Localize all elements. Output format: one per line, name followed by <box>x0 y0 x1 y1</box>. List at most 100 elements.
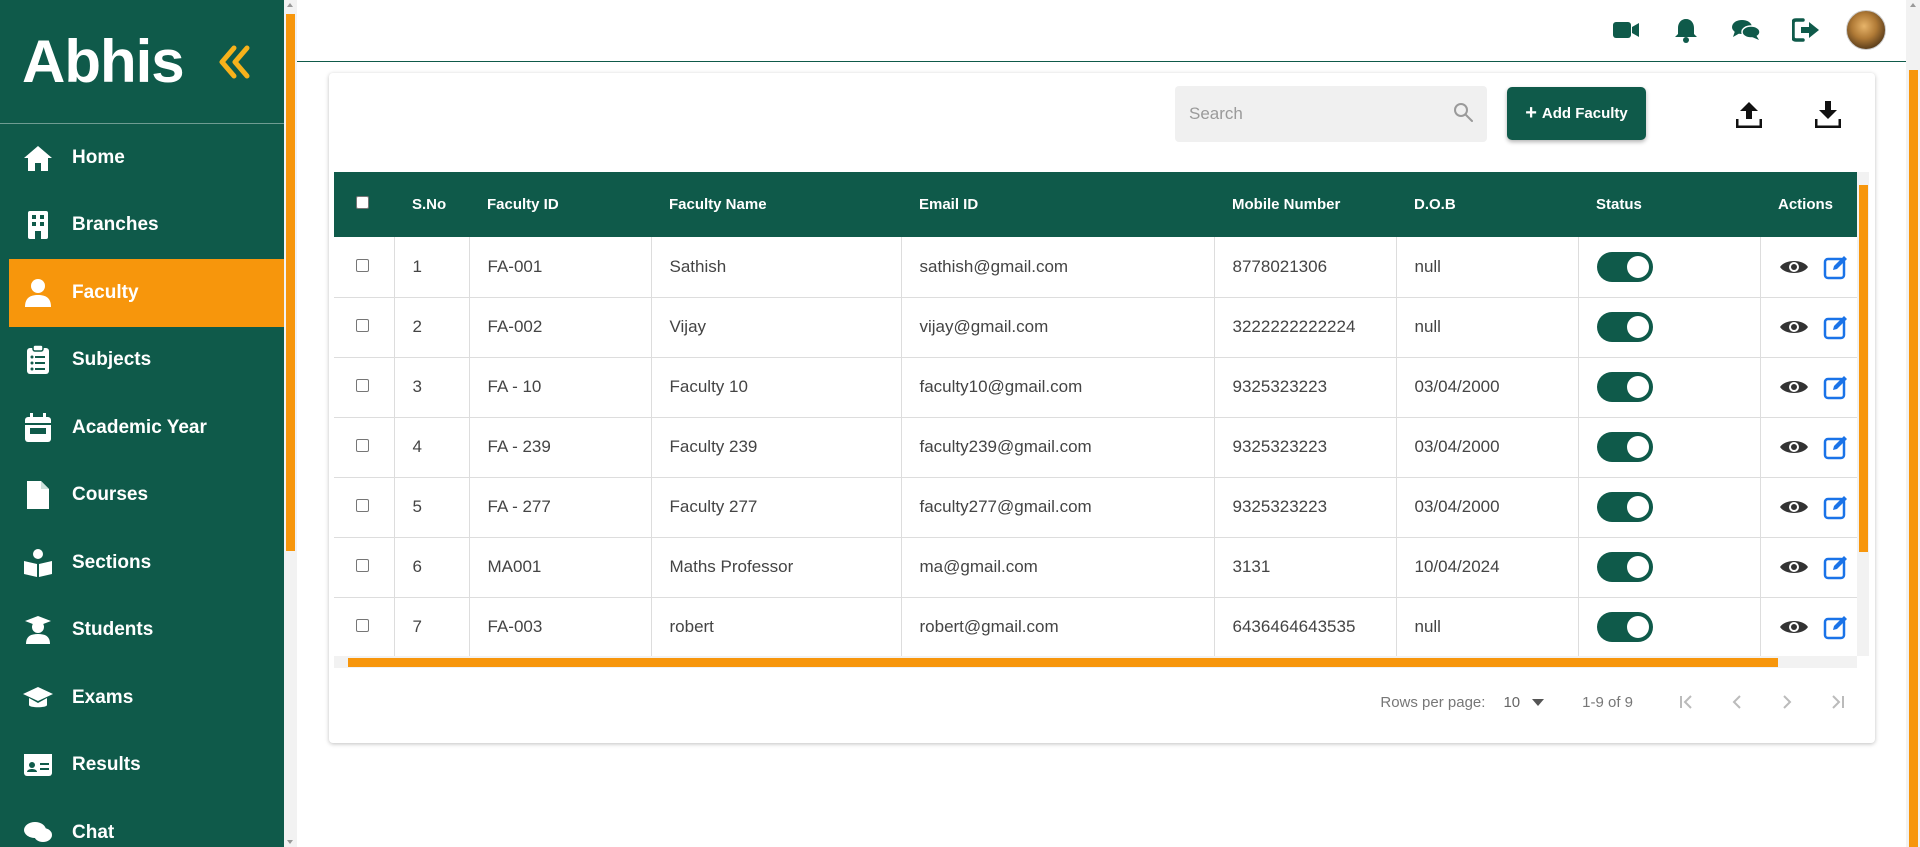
select-all-checkbox[interactable] <box>356 196 369 209</box>
column-header[interactable]: S.No <box>394 172 469 237</box>
table-horizontal-scrollbar-thumb[interactable] <box>348 658 1778 667</box>
add-faculty-button[interactable]: + Add Faculty <box>1507 87 1646 140</box>
logout-icon[interactable] <box>1790 14 1822 46</box>
search-input[interactable] <box>1189 104 1453 124</box>
table-vertical-scrollbar-thumb[interactable] <box>1859 185 1868 552</box>
cell-email: faculty277@gmail.com <box>901 477 1215 537</box>
column-header[interactable]: Mobile Number <box>1214 172 1396 237</box>
cell-actions <box>1760 237 1857 297</box>
sidebar-item-courses[interactable]: Courses <box>0 462 284 530</box>
faculty-card: + Add Faculty S.No Faculty ID <box>329 73 1875 743</box>
view-icon[interactable] <box>1779 433 1809 461</box>
video-icon[interactable] <box>1610 14 1642 46</box>
cell-faculty-name: Vijay <box>651 297 902 357</box>
edit-icon[interactable] <box>1823 313 1849 341</box>
select-all-cell <box>334 172 394 237</box>
cell-actions <box>1760 297 1857 357</box>
cell-status <box>1578 417 1761 477</box>
sidebar-item-branches[interactable]: Branches <box>0 192 284 260</box>
view-icon[interactable] <box>1779 553 1809 581</box>
logo-area: Abhis <box>0 0 284 124</box>
row-checkbox[interactable] <box>356 439 369 452</box>
row-checkbox[interactable] <box>356 379 369 392</box>
column-header[interactable]: Status <box>1578 172 1760 237</box>
edit-icon[interactable] <box>1823 253 1849 281</box>
cell-faculty-id: FA-001 <box>469 237 652 297</box>
bell-icon[interactable] <box>1670 14 1702 46</box>
graduation-cap-icon <box>22 682 54 714</box>
status-toggle[interactable] <box>1596 251 1653 282</box>
rows-per-page-label: Rows per page: <box>1380 693 1486 711</box>
cell-sno: 1 <box>394 237 470 297</box>
status-toggle[interactable] <box>1596 432 1653 462</box>
previous-page-icon[interactable] <box>1723 688 1751 716</box>
calendar-icon <box>22 412 54 444</box>
faculty-table: S.No Faculty ID Faculty Name Email ID Mo… <box>334 172 1857 656</box>
sidebar-item-academic-year[interactable]: Academic Year <box>0 394 284 462</box>
first-page-icon[interactable] <box>1673 688 1701 716</box>
row-checkbox[interactable] <box>356 499 369 512</box>
column-header[interactable]: Faculty ID <box>469 172 651 237</box>
column-header[interactable]: Email ID <box>901 172 1214 237</box>
table-vertical-scrollbar[interactable] <box>1857 172 1869 656</box>
upload-icon[interactable] <box>1733 98 1765 130</box>
edit-icon[interactable] <box>1823 373 1849 401</box>
avatar[interactable] <box>1846 10 1886 50</box>
collapse-sidebar-icon[interactable] <box>214 42 254 82</box>
next-page-icon[interactable] <box>1773 688 1801 716</box>
sidebar-item-chat[interactable]: Chat <box>0 799 284 847</box>
cell-faculty-id: FA - 239 <box>469 417 652 477</box>
row-checkbox-cell <box>334 537 395 597</box>
scroll-up-arrow-icon[interactable] <box>287 3 293 7</box>
status-toggle[interactable] <box>1596 612 1653 642</box>
clipboard-icon <box>22 344 54 376</box>
last-page-icon[interactable] <box>1823 688 1851 716</box>
view-icon[interactable] <box>1779 253 1809 281</box>
row-checkbox[interactable] <box>356 619 369 632</box>
table-horizontal-scrollbar[interactable] <box>334 656 1857 668</box>
row-checkbox-cell <box>334 597 395 656</box>
sidebar-scrollbar[interactable] <box>284 0 297 847</box>
cell-sno: 5 <box>394 477 470 537</box>
sidebar-item-exams[interactable]: Exams <box>0 664 284 732</box>
column-header[interactable]: Faculty Name <box>651 172 901 237</box>
sidebar-item-students[interactable]: Students <box>0 597 284 665</box>
status-toggle[interactable] <box>1596 312 1653 342</box>
sidebar-item-sections[interactable]: Sections <box>0 529 284 597</box>
column-header[interactable]: D.O.B <box>1396 172 1578 237</box>
pagination: Rows per page: 10 1-9 of 9 <box>1380 687 1851 717</box>
download-icon[interactable] <box>1812 98 1844 130</box>
table-body: 1 FA-001 Sathish sathish@gmail.com 87780… <box>334 237 1857 656</box>
scroll-up-arrow-icon[interactable] <box>1910 3 1916 7</box>
edit-icon[interactable] <box>1823 553 1849 581</box>
edit-icon[interactable] <box>1823 433 1849 461</box>
search-icon[interactable] <box>1453 102 1473 127</box>
sidebar-item-results[interactable]: Results <box>0 732 284 800</box>
sidebar-scrollbar-thumb[interactable] <box>286 14 295 551</box>
view-icon[interactable] <box>1779 493 1809 521</box>
cell-mobile: 9325323223 <box>1214 417 1397 477</box>
comments-icon[interactable] <box>1730 14 1762 46</box>
sidebar-item-subjects[interactable]: Subjects <box>0 327 284 395</box>
scroll-down-arrow-icon[interactable] <box>287 840 293 844</box>
view-icon[interactable] <box>1779 613 1809 641</box>
row-checkbox[interactable] <box>356 559 369 572</box>
status-toggle[interactable] <box>1596 552 1653 582</box>
page-scrollbar-thumb[interactable] <box>1909 70 1918 847</box>
row-checkbox[interactable] <box>356 258 369 272</box>
column-header[interactable]: Actions <box>1760 172 1857 237</box>
edit-icon[interactable] <box>1823 613 1849 641</box>
status-toggle[interactable] <box>1596 492 1653 522</box>
status-toggle[interactable] <box>1596 372 1653 402</box>
sidebar-item-label: Students <box>72 619 154 641</box>
rows-per-page-select[interactable]: 10 <box>1503 694 1545 711</box>
sidebar-item-faculty[interactable]: Faculty <box>0 259 284 327</box>
edit-icon[interactable] <box>1823 493 1849 521</box>
table-row: 7 FA-003 robert robert@gmail.com 6436464… <box>334 597 1857 656</box>
view-icon[interactable] <box>1779 313 1809 341</box>
view-icon[interactable] <box>1779 373 1809 401</box>
page-scrollbar[interactable] <box>1906 0 1920 847</box>
row-checkbox[interactable] <box>356 319 369 332</box>
sidebar-item-home[interactable]: Home <box>0 124 284 192</box>
sidebar-item-label: Subjects <box>72 349 152 371</box>
